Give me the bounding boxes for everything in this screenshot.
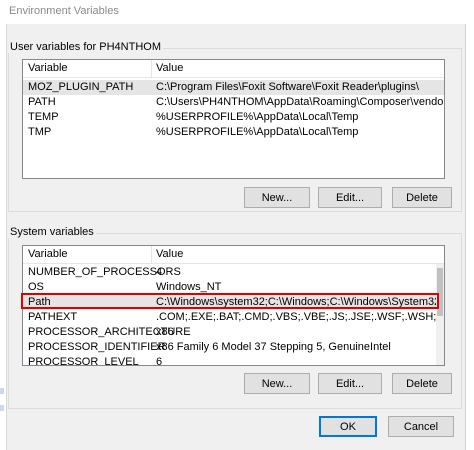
table-row[interactable]: MOZ_PLUGIN_PATH C:\Program Files\Foxit S… (23, 80, 444, 95)
user-edit-button[interactable]: Edit... (318, 187, 382, 208)
table-row[interactable]: TEMP %USERPROFILE%\AppData\Local\Temp (23, 110, 444, 125)
column-divider[interactable] (151, 60, 152, 77)
background-marker (0, 388, 4, 394)
column-divider[interactable] (151, 246, 152, 263)
table-row[interactable]: NUMBER_OF_PROCESSORS 4 (23, 265, 444, 280)
ok-button[interactable]: OK (319, 416, 377, 437)
system-delete-button[interactable]: Delete (392, 373, 452, 394)
title-bar[interactable]: Environment Variables (0, 0, 466, 24)
system-variables-label: System variables (8, 226, 96, 238)
table-row[interactable]: PATHEXT .COM;.EXE;.BAT;.CMD;.VBS;.VBE;.J… (23, 310, 444, 325)
user-variables-list[interactable]: Variable Value MOZ_PLUGIN_PATH C:\Progra… (22, 59, 445, 179)
user-new-button[interactable]: New... (244, 187, 310, 208)
column-header-value[interactable]: Value (156, 62, 183, 74)
list-header: Variable Value (23, 246, 444, 264)
table-row[interactable]: PROCESSOR_ARCHITECTURE x86 (23, 325, 444, 340)
background-window-edge-right (465, 0, 474, 450)
column-header-variable[interactable]: Variable (28, 62, 68, 74)
list-header: Variable Value (23, 60, 444, 78)
background-window-edge (0, 0, 7, 450)
scrollbar-thumb[interactable] (437, 268, 443, 316)
user-variables-label: User variables for PH4NTHOM (8, 41, 163, 53)
table-row[interactable]: TMP %USERPROFILE%\AppData\Local\Temp (23, 125, 444, 140)
vertical-scrollbar[interactable] (436, 264, 444, 365)
table-row[interactable]: PATH C:\Users\PH4NTHOM\AppData\Roaming\C… (23, 95, 444, 110)
table-row[interactable]: PROCESSOR_IDENTIFIER x86 Family 6 Model … (23, 340, 444, 355)
table-row[interactable]: PROCESSOR_LEVEL 6 (23, 355, 444, 365)
table-row[interactable]: OS Windows_NT (23, 280, 444, 295)
column-header-variable[interactable]: Variable (28, 248, 68, 260)
window-title: Environment Variables (9, 5, 119, 17)
table-row-path-selected[interactable]: Path C:\Windows\system32;C:\Windows;C:\W… (23, 295, 444, 310)
cancel-button[interactable]: Cancel (388, 416, 454, 437)
background-marker (0, 405, 4, 411)
user-delete-button[interactable]: Delete (392, 187, 452, 208)
system-edit-button[interactable]: Edit... (318, 373, 382, 394)
system-new-button[interactable]: New... (244, 373, 310, 394)
column-header-value[interactable]: Value (156, 248, 183, 260)
system-variables-list[interactable]: Variable Value NUMBER_OF_PROCESSORS 4 OS… (22, 245, 445, 366)
